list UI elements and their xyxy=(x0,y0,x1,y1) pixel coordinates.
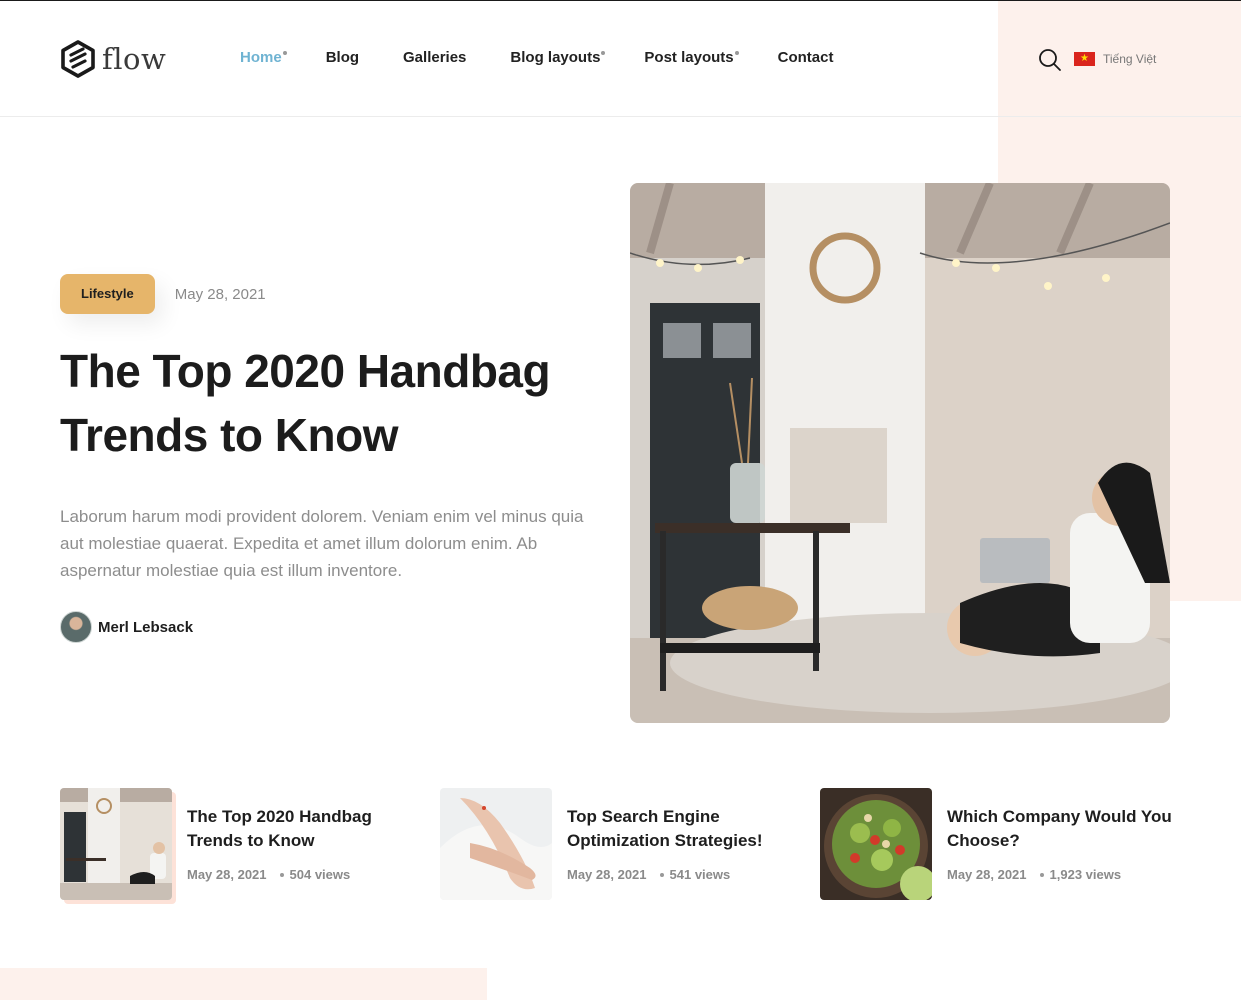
nav-item-label: Blog layouts xyxy=(510,49,601,66)
submenu-dot-icon xyxy=(282,51,287,55)
post-date: May 28, 2021 xyxy=(567,867,647,882)
category-badge[interactable]: Lifestyle xyxy=(60,274,155,314)
hero-title-line: Trends to Know xyxy=(60,409,399,461)
nav-item-contact[interactable]: Contact xyxy=(778,49,834,66)
post-title-line: Trends to Know xyxy=(187,831,315,850)
vietnam-flag-icon: ★ xyxy=(1074,52,1095,66)
post-meta: May 28, 2021 541 views xyxy=(567,867,797,882)
post-info: Which Company Would You Choose? May 28, … xyxy=(947,788,1177,900)
nav-item-galleries[interactable]: Galleries xyxy=(403,49,466,66)
post-title[interactable]: Top Search Engine Optimization Strategie… xyxy=(567,805,797,853)
hero-photo-illustration xyxy=(630,183,1170,723)
nav-item-blog-layouts[interactable]: Blog layouts xyxy=(510,49,606,66)
hero-date: May 28, 2021 xyxy=(174,285,266,303)
submenu-dot-icon xyxy=(601,51,606,55)
post-title[interactable]: Which Company Would You Choose? xyxy=(947,805,1177,853)
search-icon[interactable] xyxy=(1038,48,1062,72)
post-card[interactable]: Top Search Engine Optimization Strategie… xyxy=(440,788,797,900)
post-meta: May 28, 2021 504 views xyxy=(187,867,417,882)
post-info: Top Search Engine Optimization Strategie… xyxy=(567,788,797,900)
post-card[interactable]: The Top 2020 Handbag Trends to Know May … xyxy=(60,788,417,900)
post-title-line: Top Search Engine xyxy=(567,807,720,826)
nav-item-label: Post layouts xyxy=(644,49,734,66)
post-title-line: The Top 2020 Handbag xyxy=(187,807,372,826)
hero-image[interactable] xyxy=(630,183,1170,723)
hero-excerpt-line: aut molestiae quaerat. Expedita et amet … xyxy=(60,534,538,553)
post-title-line: Choose? xyxy=(947,831,1020,850)
nav-item-label: Blog xyxy=(325,49,360,66)
separator-dot-icon xyxy=(659,872,664,877)
post-thumbnail xyxy=(60,788,172,900)
post-thumbnail xyxy=(440,788,552,900)
post-title[interactable]: The Top 2020 Handbag Trends to Know xyxy=(187,805,417,853)
post-title-line: Which Company Would You xyxy=(947,807,1172,826)
post-meta: May 28, 2021 1,923 views xyxy=(947,867,1177,882)
hero-title-line: The Top 2020 Handbag xyxy=(60,345,551,397)
nav-item-home[interactable]: Home xyxy=(240,49,287,66)
author-avatar xyxy=(60,611,92,643)
author-name: Merl Lebsack xyxy=(98,618,194,636)
hero-title[interactable]: The Top 2020 Handbag Trends to Know xyxy=(60,339,600,467)
post-card[interactable]: Which Company Would You Choose? May 28, … xyxy=(820,788,1177,900)
nav-item-post-layouts[interactable]: Post layouts xyxy=(644,49,739,66)
author[interactable]: Merl Lebsack xyxy=(60,611,600,643)
hero-excerpt-line: Laborum harum modi provident dolorem. Ve… xyxy=(60,507,584,526)
main-nav: Home Blog Galleries Blog layouts Post la… xyxy=(240,49,877,66)
post-date: May 28, 2021 xyxy=(947,867,1027,882)
separator-dot-icon xyxy=(279,872,284,877)
hero-article: Lifestyle May 28, 2021 The Top 2020 Hand… xyxy=(60,274,600,643)
separator-dot-icon xyxy=(1039,872,1044,877)
language-switcher[interactable]: ★ Tiếng Việt xyxy=(1074,52,1156,66)
submenu-dot-icon xyxy=(734,51,739,55)
hero-excerpt-line: aspernatur molestiae quia est illum inve… xyxy=(60,561,403,580)
nav-item-label: Contact xyxy=(777,49,834,66)
post-views: 1,923 views xyxy=(1049,867,1122,882)
site-logo[interactable]: flow xyxy=(60,40,166,78)
hero-excerpt: Laborum harum modi provident dolorem. Ve… xyxy=(60,503,595,584)
logo-icon xyxy=(61,40,95,78)
nav-item-blog[interactable]: Blog xyxy=(326,49,359,66)
post-views: 541 views xyxy=(669,867,731,882)
post-title-line: Optimization Strategies! xyxy=(567,831,763,850)
decorative-peach-bottom xyxy=(0,968,487,1000)
language-label: Tiếng Việt xyxy=(1103,52,1157,66)
logo-text: flow xyxy=(102,42,167,76)
nav-item-label: Home xyxy=(240,49,282,66)
nav-item-label: Galleries xyxy=(403,49,467,66)
post-thumbnail xyxy=(820,788,932,900)
site-header: flow Home Blog Galleries Blog layouts Po… xyxy=(0,1,1241,117)
post-date: May 28, 2021 xyxy=(187,867,267,882)
post-info: The Top 2020 Handbag Trends to Know May … xyxy=(187,788,417,900)
hero-meta: Lifestyle May 28, 2021 xyxy=(60,274,600,314)
post-views: 504 views xyxy=(289,867,351,882)
